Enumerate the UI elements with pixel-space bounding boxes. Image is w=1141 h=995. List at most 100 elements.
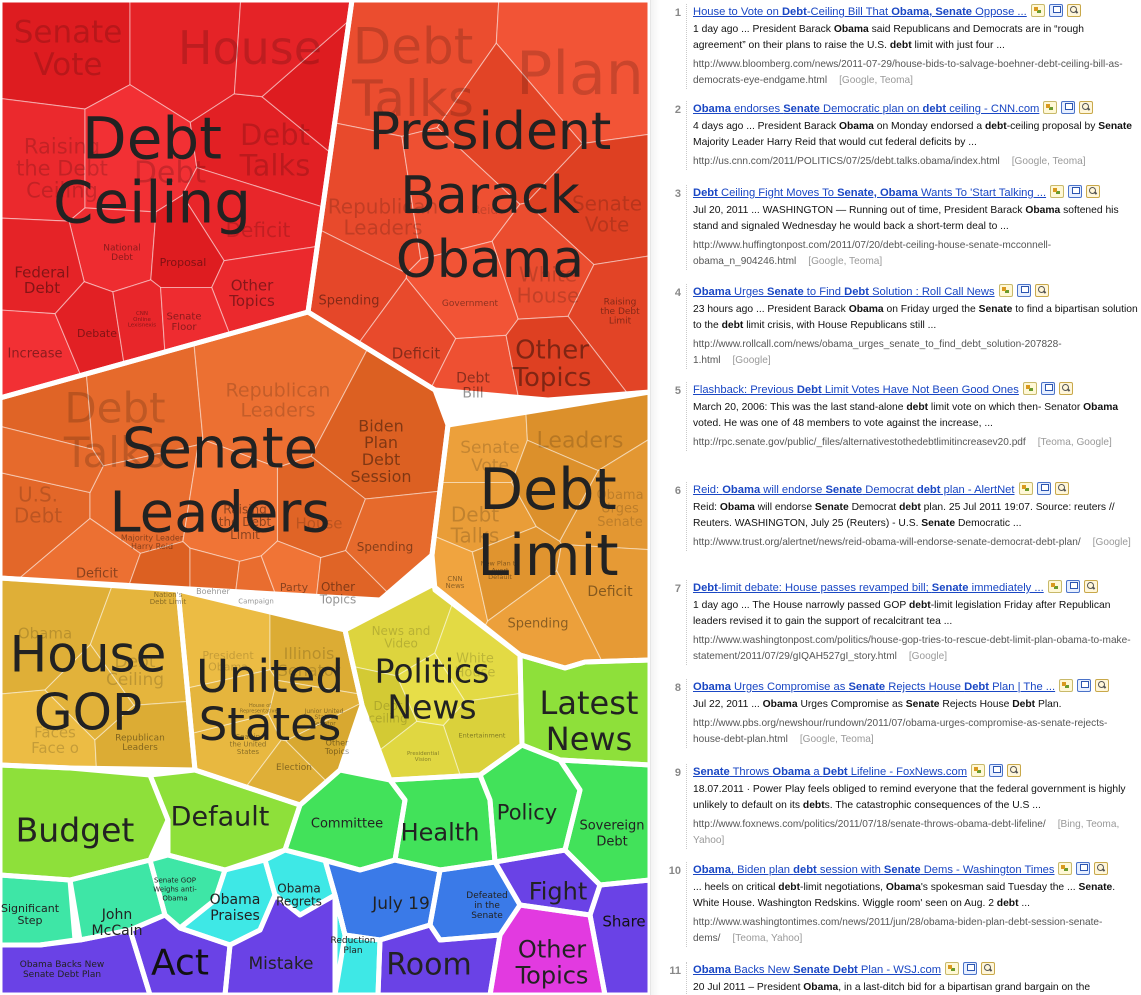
cluster-obama-praises-label[interactable]: Obama Praises <box>210 892 261 924</box>
preview-zoom-icon[interactable] <box>1034 284 1049 297</box>
cluster-obama-regrets-label[interactable]: Obama Regrets <box>276 882 322 909</box>
topic-map[interactable]: Senate Vote House Raising the Debt Ceiling Deb… <box>0 0 650 995</box>
label-us-election[interactable]: Election <box>276 763 312 773</box>
cluster-mistake-label[interactable]: Mistake <box>248 954 313 974</box>
preview-zoom-icon[interactable] <box>1007 764 1022 777</box>
label-dc-proposal[interactable]: Proposal <box>160 256 207 269</box>
label-sl-republican-leaders[interactable]: Republican Leaders <box>226 380 331 422</box>
cluster-other-topics-bottom-label[interactable]: Other Topics <box>515 935 589 989</box>
cluster-obama-backs-new-label[interactable]: Obama Backs New Senate Debt Plan <box>20 960 105 980</box>
label-sl-spending[interactable]: Spending <box>357 540 413 554</box>
label-po-plan[interactable]: Plan <box>516 39 644 109</box>
cached-page-icon[interactable] <box>1047 580 1062 593</box>
cached-page-icon[interactable] <box>1022 382 1037 395</box>
cached-page-icon[interactable] <box>971 764 986 777</box>
label-sl-boehner[interactable]: Boehner <box>196 587 230 596</box>
result-title-link[interactable]: Flashback: Previous Debt Limit Votes Hav… <box>693 382 1138 398</box>
cluster-debt-ceiling-label[interactable]: Debt Ceiling <box>53 104 251 236</box>
label-dc-senate-floor[interactable]: Senate Floor <box>166 311 201 333</box>
label-dl-leaders[interactable]: Leaders <box>537 429 624 454</box>
new-window-icon[interactable] <box>989 764 1004 777</box>
new-window-icon[interactable] <box>1068 185 1083 198</box>
label-sl-deficit[interactable]: Deficit <box>76 567 118 582</box>
label-dc-debate[interactable]: Debate <box>77 327 117 340</box>
cluster-budget-label[interactable]: Budget <box>16 811 135 850</box>
preview-zoom-icon[interactable] <box>1083 580 1098 593</box>
label-dc-increase[interactable]: Increase <box>7 347 62 362</box>
cached-page-icon[interactable] <box>1043 101 1058 114</box>
result-title-link[interactable]: Obama Urges Compromise as Senate Rejects… <box>693 679 1138 695</box>
result-item: 9 Senate Throws Obama a Debt Lifeline - F… <box>675 764 1138 849</box>
cached-page-icon[interactable] <box>945 962 960 975</box>
result-number: 2 <box>674 104 681 116</box>
cached-page-icon[interactable] <box>1030 4 1045 17</box>
cached-page-icon[interactable] <box>998 284 1013 297</box>
label-dl-cnn-news[interactable]: CNN News <box>446 575 465 590</box>
cluster-committee-label[interactable]: Committee <box>311 817 383 832</box>
cluster-united-states-label[interactable]: United States <box>196 650 344 751</box>
cluster-politics-news-label[interactable]: Politics News <box>375 652 490 727</box>
cluster-fight-label[interactable]: Fight <box>529 877 588 905</box>
label-sl-party[interactable]: Party <box>280 581 309 594</box>
label-dl-spending[interactable]: Spending <box>507 617 568 632</box>
result-title-link[interactable]: Debt Ceiling Fight Moves To Senate, Obam… <box>693 185 1138 201</box>
topic-voronoi-map[interactable]: Senate Vote HouseRaising the Debt Ceiling Deb… <box>0 0 650 995</box>
preview-zoom-icon[interactable] <box>1066 4 1081 17</box>
preview-zoom-icon[interactable] <box>1094 862 1109 875</box>
cached-page-icon[interactable] <box>1018 482 1033 495</box>
new-window-icon[interactable] <box>1036 482 1051 495</box>
label-sl-us-debt[interactable]: U.S. Debt <box>14 483 62 528</box>
label-dc-other-topics[interactable]: Other Topics <box>228 276 275 310</box>
label-sl-nations[interactable]: Nation's Debt Limit <box>150 591 187 606</box>
cached-page-icon[interactable] <box>1058 862 1073 875</box>
label-sl-other-topics[interactable]: Other Topics <box>319 580 356 607</box>
result-url: http://www.huffingtonpost.com/2011/07/20… <box>693 238 1138 270</box>
preview-zoom-icon[interactable] <box>1054 482 1069 495</box>
new-window-icon[interactable] <box>1040 382 1055 395</box>
preview-zoom-icon[interactable] <box>1086 185 1101 198</box>
preview-zoom-icon[interactable] <box>1058 382 1073 395</box>
result-item: 3 Debt Ceiling Fight Moves To Senate, Oba… <box>675 185 1138 270</box>
cluster-health-label[interactable]: Health <box>401 818 480 846</box>
result-title-link[interactable]: Obama, Biden plan debt session with Sena… <box>693 862 1138 878</box>
result-title-link[interactable]: Debt-limit debate: House passes revamped… <box>693 580 1138 596</box>
result-sources: [Google] <box>908 651 948 662</box>
new-window-icon[interactable] <box>1065 580 1080 593</box>
preview-zoom-icon[interactable] <box>1079 101 1094 114</box>
new-window-icon[interactable] <box>1076 862 1091 875</box>
result-title-link[interactable]: House to Vote on Debt-Ceiling Bill That … <box>693 4 1138 20</box>
result-url: http://us.cnn.com/2011/POLITICS/07/25/de… <box>693 154 1138 170</box>
cluster-room-label[interactable]: Room <box>386 948 471 983</box>
new-window-icon[interactable] <box>963 962 978 975</box>
label-po-spending[interactable]: Spending <box>318 294 379 309</box>
preview-zoom-icon[interactable] <box>1095 679 1110 692</box>
result-title-link[interactable]: Obama Urges Senate to Find Debt Solution… <box>693 284 1138 300</box>
cluster-july-19-label[interactable]: July 19 <box>371 894 430 914</box>
cached-page-icon[interactable] <box>1050 185 1065 198</box>
result-title-link[interactable]: Obama Backs New Senate Debt Plan - WSJ.c… <box>693 962 1138 978</box>
cluster-debt-limit-label[interactable]: Debt Limit <box>477 457 618 589</box>
cached-page-icon[interactable] <box>1059 679 1074 692</box>
label-pn-entertainment[interactable]: Entertainment <box>459 731 506 739</box>
new-window-icon[interactable] <box>1077 679 1092 692</box>
pane-divider[interactable] <box>650 0 660 995</box>
label-po-other-topics[interactable]: Other Topics <box>512 335 592 392</box>
cluster-policy-label[interactable]: Policy <box>497 800 557 824</box>
cluster-share-label[interactable]: Share <box>602 912 645 930</box>
result-title-link[interactable]: Reid: Obama will endorse Senate Democrat… <box>693 482 1138 498</box>
cluster-senate-leaders-label[interactable]: Senate Leaders <box>109 417 330 546</box>
new-window-icon[interactable] <box>1061 101 1076 114</box>
label-po-government[interactable]: Government <box>442 299 499 309</box>
cluster-default-label[interactable]: Default <box>171 801 270 832</box>
result-title-link[interactable]: Senate Throws Obama a Debt Lifeline - Fo… <box>693 764 1138 780</box>
label-po-deficit[interactable]: Deficit <box>392 344 441 362</box>
result-title-link[interactable]: Obama endorses Senate Democratic plan on… <box>693 101 1138 117</box>
cluster-latest-news-label[interactable]: Latest News <box>540 684 639 758</box>
new-window-icon[interactable] <box>1048 4 1063 17</box>
preview-zoom-icon[interactable] <box>981 962 996 975</box>
label-dc-house[interactable]: House <box>178 21 322 75</box>
cluster-act-label[interactable]: Act <box>151 943 209 984</box>
label-sl-campaign[interactable]: Campaign <box>238 597 274 605</box>
new-window-icon[interactable] <box>1016 284 1031 297</box>
cluster-president-obama-label[interactable]: President Barack Obama <box>369 102 612 290</box>
